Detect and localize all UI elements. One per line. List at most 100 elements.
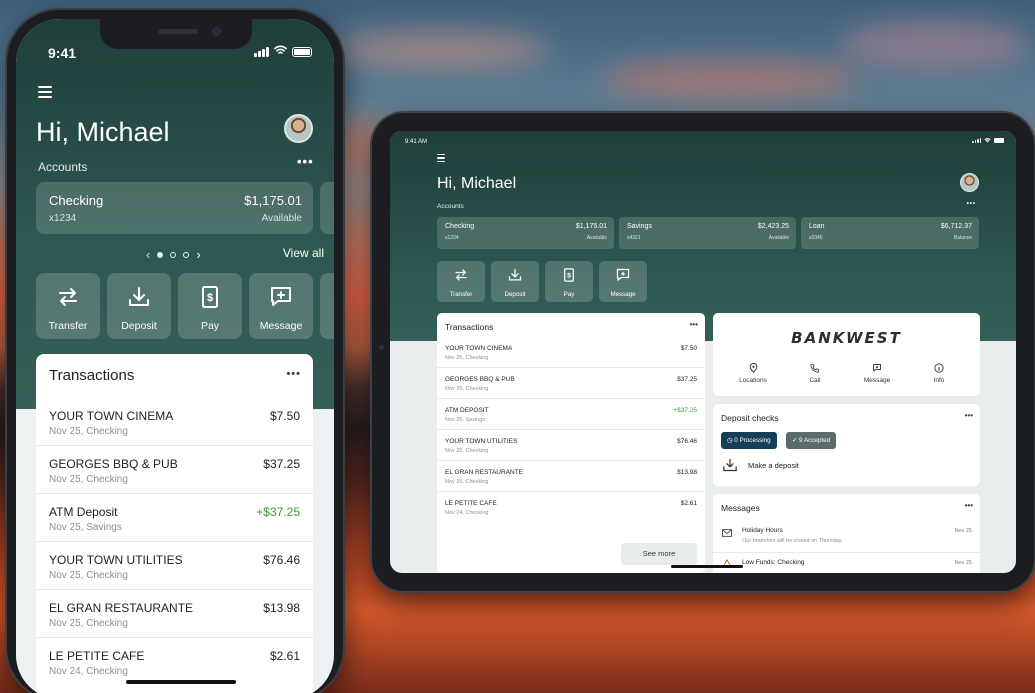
account-name: Checking — [445, 223, 475, 230]
account-card-checking[interactable]: Checking x1234 $1,175.01 Available — [36, 182, 313, 234]
account-amount: $6,712.37 — [940, 223, 972, 230]
transaction-row[interactable]: EL GRAN RESTAURANTE Nov 25, Checking $13… — [36, 590, 313, 638]
account-pager[interactable]: ‹ › — [146, 247, 201, 262]
deposit-button[interactable]: Deposit — [491, 261, 539, 302]
accounts-more-icon[interactable]: ••• — [297, 154, 314, 169]
transaction-row[interactable]: YOUR TOWN UTILITIES Nov 25, Checking $76… — [437, 430, 705, 461]
processing-badge[interactable]: ◷ 0 Processing — [721, 432, 777, 449]
message-row[interactable]: Holiday Hours Our branches will be close… — [713, 521, 980, 553]
transfer-label: Transfer — [449, 291, 473, 298]
transactions-card: Transactions ••• YOUR TOWN CINEMA Nov 25… — [36, 354, 313, 693]
transfer-label: Transfer — [48, 320, 88, 332]
messages-more-icon[interactable]: ••• — [965, 501, 973, 510]
call-label: Call — [809, 377, 821, 384]
transaction-detail: Nov 25, Checking — [49, 618, 128, 629]
transaction-amount: $76.46 — [263, 553, 300, 567]
bank-logo: BANKWEST — [791, 329, 902, 347]
view-all-link[interactable]: View all — [283, 246, 324, 260]
make-deposit-link[interactable]: Make a deposit — [722, 458, 799, 472]
deposit-checks-title: Deposit checks — [721, 413, 779, 423]
account-sub: Available — [768, 235, 789, 241]
transaction-row[interactable]: YOUR TOWN CINEMA Nov 25, Checking $7.50 — [36, 398, 313, 446]
message-title: Holiday Hours — [742, 527, 783, 534]
accounts-label: Accounts — [38, 160, 88, 174]
account-sub: Available — [586, 235, 607, 241]
deposit-label: Deposit — [121, 320, 157, 332]
deposit-icon — [723, 458, 737, 472]
message-icon — [271, 287, 291, 306]
pay-icon: $ — [564, 268, 574, 282]
transaction-row[interactable]: ATM Deposit Nov 25, Savings +$37.25 — [36, 494, 313, 542]
deposit-more-icon[interactable]: ••• — [965, 411, 973, 420]
pay-icon: $ — [202, 286, 218, 308]
wifi-icon — [984, 138, 991, 143]
processing-label: 0 Processing — [734, 437, 771, 444]
account-card-loan[interactable]: Loan x2345 $6,712.37 Balance — [801, 217, 979, 249]
account-name: Loan — [809, 223, 825, 230]
see-more-button[interactable]: See more — [621, 543, 697, 565]
transaction-row[interactable]: ATM DEPOSIT Nov 25, Savings +$37.25 — [437, 399, 705, 430]
transaction-amount: $37.25 — [263, 457, 300, 471]
accounts-more-icon[interactable]: ••• — [967, 201, 976, 207]
menu-icon[interactable] — [38, 86, 52, 98]
deposit-checks-card: Deposit checks ••• ◷ 0 Processing ✓ 9 Ac… — [713, 404, 980, 486]
account-card-savings[interactable]: Savings x4321 $2,423.25 Available — [619, 217, 796, 249]
message-label: Message — [259, 320, 303, 332]
account-number: x4321 — [627, 235, 641, 241]
transaction-row[interactable]: LE PETITE CAFE Nov 24, Checking $2.61 — [437, 492, 705, 523]
account-card-checking[interactable]: Checking x1234 $1,175.01 Available — [437, 217, 614, 249]
avatar[interactable] — [960, 173, 979, 192]
message-date: Nov 25 — [954, 528, 972, 534]
info-link[interactable]: Info — [909, 363, 969, 384]
message-button[interactable]: Message — [599, 261, 647, 302]
transaction-detail: Nov 24, Checking — [445, 510, 489, 516]
transfer-button[interactable]: Transfer — [36, 273, 100, 339]
account-number: x1234 — [49, 213, 77, 224]
account-name: Savings — [627, 223, 652, 230]
deposit-icon — [129, 287, 149, 306]
transactions-more-icon[interactable]: ••• — [286, 368, 301, 380]
transaction-merchant: EL GRAN RESTAURANTE — [445, 469, 524, 476]
transaction-row[interactable]: GEORGES BBQ & PUB Nov 25, Checking $37.2… — [437, 368, 705, 399]
transaction-merchant: GEORGES BBQ & PUB — [445, 376, 515, 383]
transactions-more-icon[interactable]: ••• — [690, 320, 698, 329]
locations-link[interactable]: Locations — [723, 363, 783, 384]
tablet-status-time: 9:41 AM — [405, 139, 428, 145]
tablet-screen: 9:41 AM Hi, Michael Accounts ••• Checkin… — [390, 131, 1016, 573]
transaction-amount: $13.98 — [677, 469, 697, 476]
transaction-row[interactable]: LE PETITE CAFE Nov 24, Checking $2.61 — [36, 638, 313, 686]
message-label: Message — [610, 291, 636, 298]
chevron-right-icon[interactable]: › — [196, 247, 200, 262]
accepted-label: 9 Accepted — [799, 437, 831, 444]
transaction-row[interactable]: YOUR TOWN CINEMA Nov 25, Checking $7.50 — [437, 337, 705, 368]
account-sub: Balance — [953, 235, 972, 241]
avatar[interactable] — [284, 114, 313, 143]
transaction-row[interactable]: YOUR TOWN UTILITIES Nov 25, Checking $76… — [36, 542, 313, 590]
phone-device: 9:41 Hi, Michael Accounts ••• Checking x… — [7, 10, 343, 693]
home-indicator[interactable] — [671, 565, 743, 568]
transaction-row[interactable]: EL GRAN RESTAURANTE Nov 25, Checking $13… — [437, 461, 705, 492]
message-link[interactable]: Message — [847, 363, 907, 384]
message-button[interactable]: Message — [249, 273, 313, 339]
menu-icon[interactable] — [437, 154, 445, 162]
transaction-amount: $7.50 — [269, 409, 300, 423]
message-row[interactable]: Low Funds: Checking Nov 25 — [713, 554, 980, 573]
transaction-detail: Nov 25, Checking — [445, 448, 489, 454]
account-amount: $1,175.01 — [244, 193, 302, 208]
deposit-button[interactable]: Deposit — [107, 273, 171, 339]
home-indicator[interactable] — [126, 680, 236, 684]
pay-button[interactable]: $ Pay — [178, 273, 242, 339]
transaction-row[interactable]: GEORGES BBQ & PUB Nov 25, Checking $37.2… — [36, 446, 313, 494]
pay-label: Pay — [200, 320, 220, 332]
transfer-button[interactable]: Transfer — [437, 261, 485, 302]
chevron-left-icon[interactable]: ‹ — [146, 247, 150, 262]
next-account-card-peek[interactable] — [320, 182, 334, 234]
transaction-detail: Nov 25, Checking — [49, 426, 128, 437]
pay-button[interactable]: $ Pay — [545, 261, 593, 302]
greeting: Hi, Michael — [437, 175, 517, 192]
transaction-merchant: YOUR TOWN UTILITIES — [445, 438, 518, 445]
transaction-amount: $2.61 — [680, 500, 697, 507]
accepted-badge[interactable]: ✓ 9 Accepted — [786, 432, 837, 449]
next-action-peek[interactable] — [320, 273, 334, 339]
call-link[interactable]: Call — [785, 363, 845, 384]
